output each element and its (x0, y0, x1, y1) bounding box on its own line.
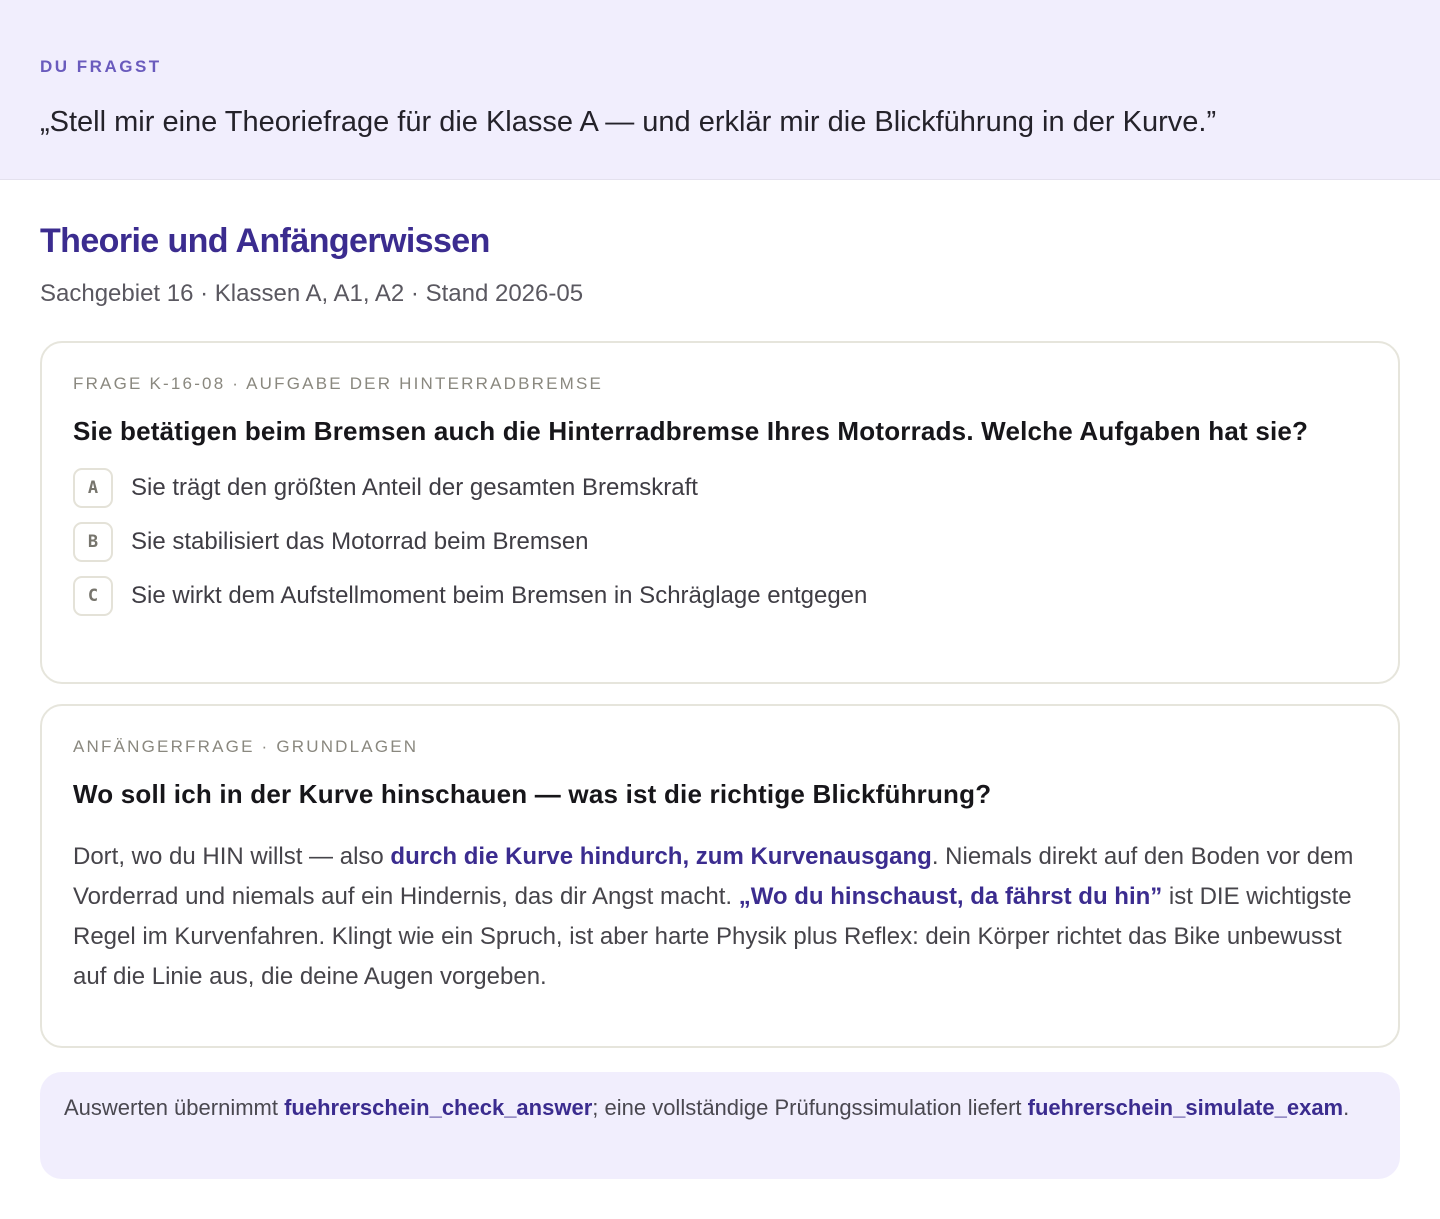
option-text-c: Sie wirkt dem Aufstellmoment beim Bremse… (131, 582, 868, 609)
footer-text-part3: . (1343, 1095, 1350, 1120)
footer-text-part2: ; eine vollständige Prüfungssimulation l… (592, 1095, 1028, 1120)
option-text-a: Sie trägt den größten Anteil der gesamte… (131, 474, 698, 501)
question-card: FRAGE K-16-08 · AUFGABE DER HINTERRADBRE… (40, 341, 1400, 684)
prompt-text: „Stell mir eine Theoriefrage für die Kla… (40, 106, 1217, 138)
answer-text-part1: Dort, wo du HIN willst — also (73, 843, 391, 870)
question-text: Sie betätigen beim Bremsen auch die Hint… (73, 416, 1309, 446)
answer-option-c[interactable]: C Sie wirkt dem Aufstellmoment beim Brem… (73, 576, 1367, 616)
section-title: Theorie und Anfängerwissen (40, 222, 490, 260)
question-card-label: FRAGE K-16-08 · AUFGABE DER HINTERRADBRE… (73, 374, 604, 393)
answer-options: A Sie trägt den größten Anteil der gesam… (73, 468, 1367, 616)
answer-highlight-line: durch die Kurve hindurch, zum Kurvenausg… (390, 843, 932, 870)
answer-option-b[interactable]: B Sie stabilisiert das Motorrad beim Bre… (73, 522, 1367, 562)
tool-name-simulate-exam: fuehrerschein_simulate_exam (1027, 1095, 1344, 1120)
option-letter-a: A (73, 468, 113, 508)
user-prompt-banner: DU FRAGST „Stell mir eine Theoriefrage f… (0, 0, 1440, 180)
option-text-b: Sie stabilisiert das Motorrad beim Brems… (131, 528, 589, 555)
beginner-question-card: ANFÄNGERFRAGE · GRUNDLAGEN Wo soll ich i… (40, 704, 1400, 1048)
footer-text-part1: Auswerten übernimmt (64, 1095, 285, 1120)
beginner-card-label: ANFÄNGERFRAGE · GRUNDLAGEN (73, 737, 419, 756)
answer-option-a[interactable]: A Sie trägt den größten Anteil der gesam… (73, 468, 1367, 508)
prompt-label: DU FRAGST (40, 57, 162, 76)
beginner-answer-text: Dort, wo du HIN willst — also durch die … (73, 837, 1367, 997)
option-letter-c: C (73, 576, 113, 616)
beginner-question-text: Wo soll ich in der Kurve hinschauen — wa… (73, 779, 992, 809)
option-letter-b: B (73, 522, 113, 562)
answer-highlight-rule: „Wo du hinschaust, da fährst du hin” (738, 883, 1163, 910)
tools-footer-note: Auswerten übernimmt fuehrerschein_check_… (40, 1072, 1400, 1179)
section-meta: Sachgebiet 16 · Klassen A, A1, A2 · Stan… (40, 280, 584, 307)
tool-name-check-answer: fuehrerschein_check_answer (284, 1095, 593, 1120)
